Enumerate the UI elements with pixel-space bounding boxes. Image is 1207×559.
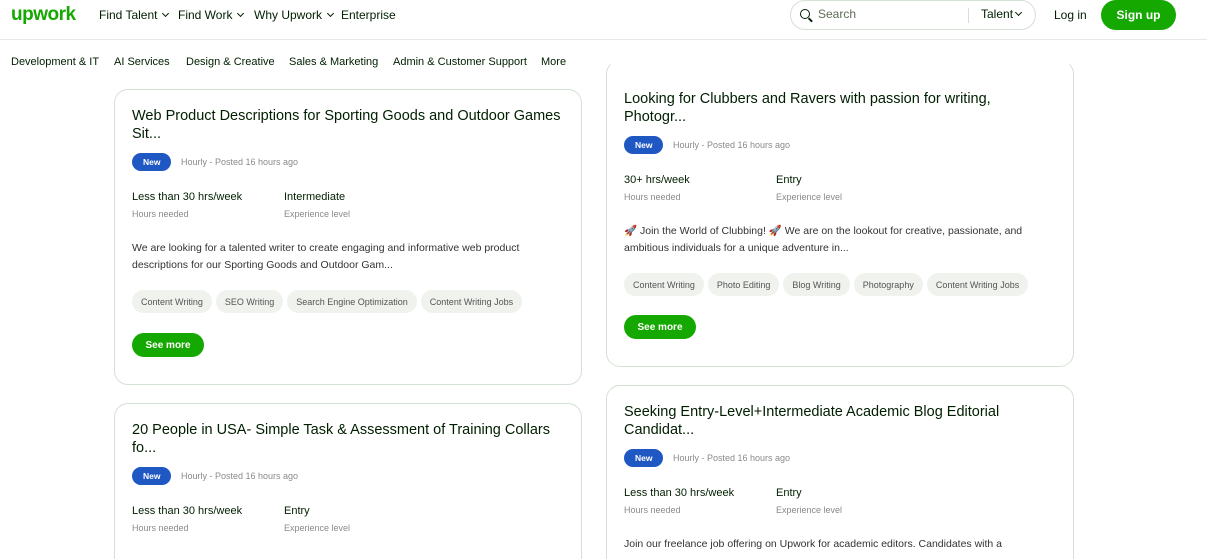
chevron-down-icon [237,9,245,18]
new-badge: New [624,449,664,467]
nav-why-upwork-label: Why Upwork [254,8,323,22]
signup-button[interactable]: Sign up [1101,0,1176,30]
chevron-down-icon [162,9,170,18]
job-card[interactable]: 20 People in USA- Simple Task & Assessme… [114,403,582,559]
posted-info: Hourly - Posted 16 hours ago [673,453,791,463]
chevron-down-icon [326,9,335,18]
category-design-creative[interactable]: Design & Creative [186,56,275,68]
nav-enterprise-label: Enterprise [341,8,396,22]
skill-tags: Content Writing SEO Writing Search Engin… [132,290,523,313]
skill-tag[interactable]: Photography [853,273,923,296]
job-description: We are looking for a talented writer to … [132,242,520,271]
job-description: 🚀 Join the World of Clubbing! 🚀 We are o… [624,225,1023,254]
hours-value: Less than 30 hrs/week [624,487,735,499]
skill-tag[interactable]: Search Engine Optimization [287,290,417,313]
nav-find-talent[interactable]: Find Talent [99,8,170,22]
category-ai-services[interactable]: AI Services [114,56,170,68]
skill-tag[interactable]: Content Writing Jobs [420,290,523,313]
job-card[interactable]: Looking for Clubbers and Ravers with pas… [606,60,1074,367]
hours-label: Hours needed [624,505,681,515]
category-development-it[interactable]: Development & IT [11,56,99,68]
nav-enterprise[interactable]: Enterprise [341,8,396,22]
search-scope-dropdown[interactable]: Talent [981,7,1023,21]
posted-info: Hourly - Posted 16 hours ago [181,157,299,167]
skill-tag[interactable]: Photo Editing [707,273,780,296]
skill-tag[interactable]: Content Writing [132,290,212,313]
nav-find-talent-label: Find Talent [99,8,158,22]
job-card[interactable]: Seeking Entry-Level+Intermediate Academi… [606,385,1074,559]
job-title[interactable]: Seeking Entry-Level+Intermediate Academi… [624,403,1054,439]
search-divider [968,8,969,23]
skill-tag[interactable]: Blog Writing [783,273,850,296]
nav-find-work-label: Find Work [178,8,233,22]
search-input[interactable]: Search [818,7,856,21]
nav-find-work[interactable]: Find Work [178,8,245,22]
posted-info: Hourly - Posted 16 hours ago [673,140,791,150]
chevron-down-icon [1014,8,1023,17]
hours-label: Hours needed [132,209,189,219]
level-label: Experience level [284,209,351,219]
skill-tag[interactable]: SEO Writing [215,290,284,313]
hours-label: Hours needed [132,523,189,533]
category-sales-marketing[interactable]: Sales & Marketing [289,56,378,68]
posted-info: Hourly - Posted 16 hours ago [181,471,299,481]
level-value: Entry [284,505,310,517]
new-badge: New [132,153,172,171]
level-label: Experience level [776,505,843,515]
nav-why-upwork[interactable]: Why Upwork [254,8,335,22]
level-value: Entry [776,487,802,499]
new-badge: New [624,136,664,154]
skill-tags: Content Writing Photo Editing Blog Writi… [624,273,1029,296]
skill-tag[interactable]: Content Writing Jobs [926,273,1029,296]
top-navigation-bar: upwork Find Talent Find Work Why Upwork … [0,0,1207,40]
new-badge: New [132,467,172,485]
skill-tag[interactable]: Content Writing [624,273,704,296]
login-link[interactable]: Log in [1054,8,1087,22]
hours-value: 30+ hrs/week [624,174,690,186]
job-description: Join our freelance job offering on Upwor… [624,538,1003,550]
job-title[interactable]: Web Product Descriptions for Sporting Go… [132,107,562,143]
job-title[interactable]: 20 People in USA- Simple Task & Assessme… [132,421,562,457]
job-title[interactable]: Looking for Clubbers and Ravers with pas… [624,90,1054,126]
level-label: Experience level [776,192,843,202]
search-scope-label: Talent [981,7,1014,21]
upwork-logo[interactable]: upwork [11,4,76,26]
hours-label: Hours needed [624,192,681,202]
search-icon [800,9,810,19]
hours-value: Less than 30 hrs/week [132,505,243,517]
level-label: Experience level [284,523,351,533]
search-bar[interactable]: Search Talent [790,0,1036,30]
see-more-button[interactable]: See more [132,333,204,357]
category-admin-support[interactable]: Admin & Customer Support [393,56,527,68]
category-more[interactable]: More [541,56,566,68]
job-card[interactable]: Web Product Descriptions for Sporting Go… [114,89,582,385]
level-value: Entry [776,174,802,186]
level-value: Intermediate [284,191,346,203]
hours-value: Less than 30 hrs/week [132,191,243,203]
see-more-button[interactable]: See more [624,315,696,339]
